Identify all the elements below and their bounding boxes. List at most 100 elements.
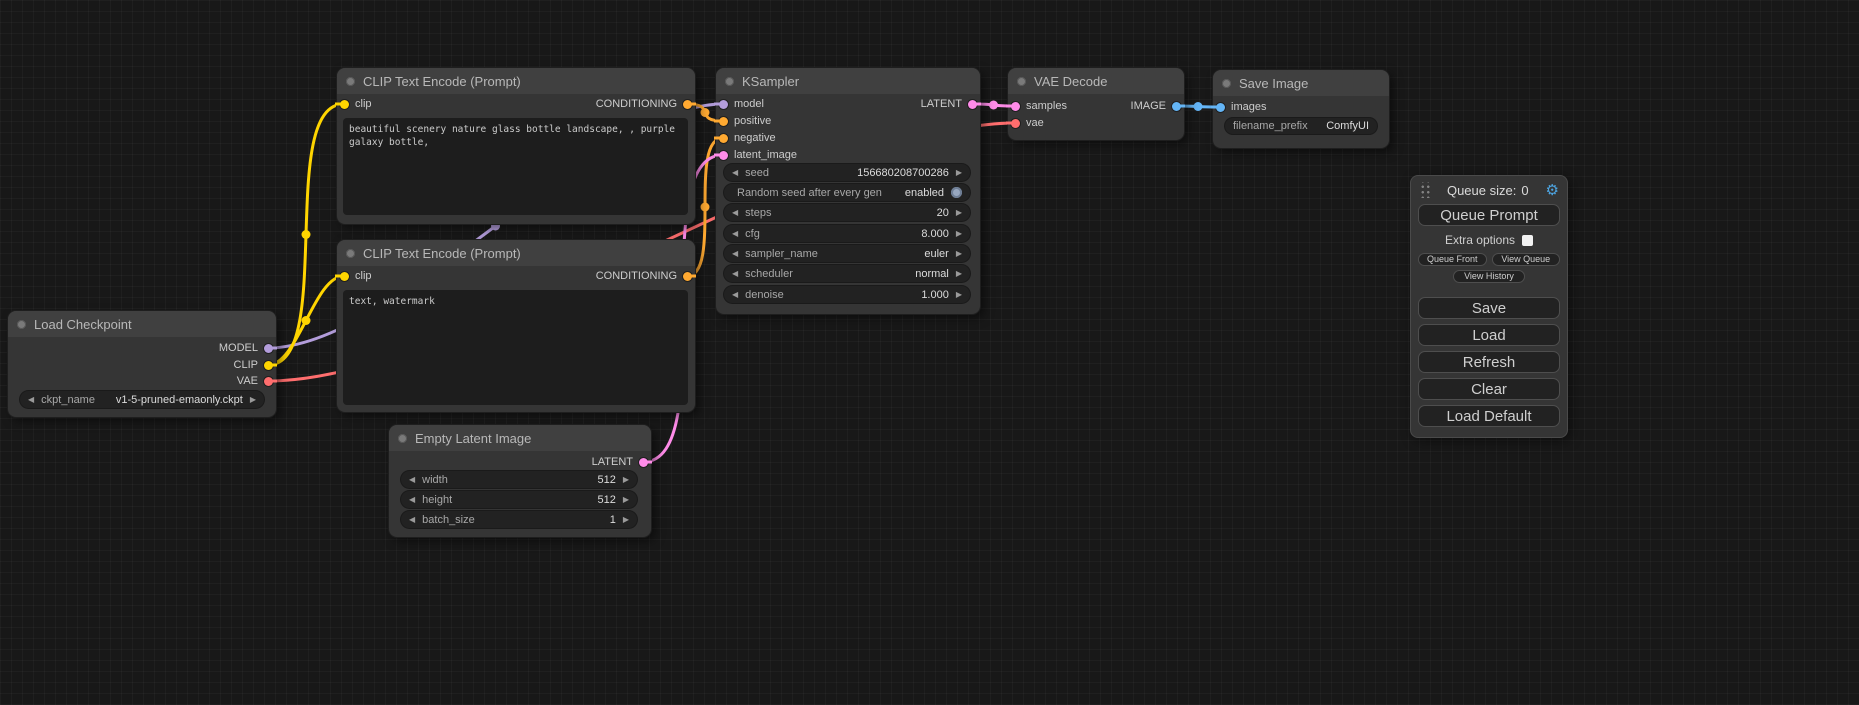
slot-dot-latent[interactable] xyxy=(639,458,648,467)
queue-prompt-button[interactable]: Queue Prompt xyxy=(1418,204,1560,226)
input-slot-clip[interactable]: clip xyxy=(340,268,372,284)
decrement-arrow-icon[interactable]: ◀ xyxy=(409,516,415,524)
increment-arrow-icon[interactable]: ▶ xyxy=(623,516,629,524)
widget-scheduler[interactable]: ◀ scheduler normal ▶ xyxy=(724,265,970,282)
link-midpoint-dot-clip-to-negative[interactable] xyxy=(302,316,311,325)
decrement-arrow-icon[interactable]: ◀ xyxy=(732,209,738,217)
output-slot-vae[interactable]: VAE xyxy=(237,373,273,389)
decrement-arrow-icon[interactable]: ◀ xyxy=(732,230,738,238)
view-history-button[interactable]: View History xyxy=(1453,270,1525,283)
output-slot-clip[interactable]: CLIP xyxy=(234,357,273,373)
widget-seed[interactable]: ◀ seed 156680208700286 ▶ xyxy=(724,164,970,181)
toggle-knob-icon[interactable] xyxy=(951,187,962,198)
load-default-button[interactable]: Load Default xyxy=(1418,405,1560,427)
increment-arrow-icon[interactable]: ▶ xyxy=(956,270,962,278)
input-slot-vae[interactable]: vae xyxy=(1011,115,1044,131)
output-slot-conditioning[interactable]: CONDITIONING xyxy=(596,96,692,112)
widget-sampler-name[interactable]: ◀ sampler_name euler ▶ xyxy=(724,245,970,262)
node-load-checkpoint[interactable]: Load Checkpoint MODEL CLIP VAE ◀ ckpt_na… xyxy=(8,311,276,417)
slot-dot-samples[interactable] xyxy=(1011,102,1020,111)
prompt-textarea[interactable]: text, watermark xyxy=(343,290,688,405)
decrement-arrow-icon[interactable]: ◀ xyxy=(732,250,738,258)
increment-arrow-icon[interactable]: ▶ xyxy=(956,169,962,177)
input-slot-images[interactable]: images xyxy=(1216,99,1266,115)
save-button[interactable]: Save xyxy=(1418,297,1560,319)
slot-dot-model[interactable] xyxy=(719,100,728,109)
node-vae-decode[interactable]: VAE Decode samples vae IMAGE xyxy=(1008,68,1184,140)
slot-dot-conditioning[interactable] xyxy=(683,100,692,109)
node-empty-latent-image[interactable]: Empty Latent Image LATENT ◀ width 512 ▶ … xyxy=(389,425,651,537)
node-titlebar[interactable]: CLIP Text Encode (Prompt) xyxy=(337,240,695,266)
decrement-arrow-icon[interactable]: ◀ xyxy=(732,270,738,278)
slot-dot-vae[interactable] xyxy=(1011,119,1020,128)
increment-arrow-icon[interactable]: ▶ xyxy=(250,396,256,404)
increment-arrow-icon[interactable]: ▶ xyxy=(956,291,962,299)
slot-dot-clip[interactable] xyxy=(340,100,349,109)
decrement-arrow-icon[interactable]: ◀ xyxy=(409,476,415,484)
slot-dot-images[interactable] xyxy=(1216,103,1225,112)
slot-dot-image[interactable] xyxy=(1172,102,1181,111)
input-slot-latent-image[interactable]: latent_image xyxy=(719,147,797,163)
output-slot-model[interactable]: MODEL xyxy=(219,340,273,356)
queue-front-button[interactable]: Queue Front xyxy=(1418,253,1487,266)
decrement-arrow-icon[interactable]: ◀ xyxy=(28,396,34,404)
widget-ckpt-name[interactable]: ◀ ckpt_name v1-5-pruned-emaonly.ckpt ▶ xyxy=(20,391,264,408)
input-slot-positive[interactable]: positive xyxy=(719,113,771,129)
widget-width[interactable]: ◀ width 512 ▶ xyxy=(401,471,637,488)
link-midpoint-dot-clip-to-positive[interactable] xyxy=(302,230,311,239)
node-titlebar[interactable]: Save Image xyxy=(1213,70,1389,96)
widget-cfg[interactable]: ◀ cfg 8.000 ▶ xyxy=(724,225,970,242)
decrement-arrow-icon[interactable]: ◀ xyxy=(732,291,738,299)
extra-options-checkbox[interactable] xyxy=(1522,235,1533,246)
slot-dot-positive[interactable] xyxy=(719,117,728,126)
node-save-image[interactable]: Save Image images filename_prefix ComfyU… xyxy=(1213,70,1389,148)
output-slot-image[interactable]: IMAGE xyxy=(1131,98,1181,114)
widget-steps[interactable]: ◀ steps 20 ▶ xyxy=(724,204,970,221)
slot-dot-negative[interactable] xyxy=(719,134,728,143)
link-midpoint-dot-negative-conditioning[interactable] xyxy=(701,203,710,212)
view-queue-button[interactable]: View Queue xyxy=(1492,253,1561,266)
slot-dot-latent-image[interactable] xyxy=(719,151,728,160)
prompt-textarea[interactable]: beautiful scenery nature glass bottle la… xyxy=(343,118,688,215)
widget-batch-size[interactable]: ◀ batch_size 1 ▶ xyxy=(401,511,637,528)
input-slot-samples[interactable]: samples xyxy=(1011,98,1067,114)
widget-random-seed-toggle[interactable]: Random seed after every gen enabled xyxy=(724,184,970,201)
increment-arrow-icon[interactable]: ▶ xyxy=(623,476,629,484)
increment-arrow-icon[interactable]: ▶ xyxy=(623,496,629,504)
drag-handle-icon[interactable] xyxy=(1419,182,1430,198)
increment-arrow-icon[interactable]: ▶ xyxy=(956,230,962,238)
decrement-arrow-icon[interactable]: ◀ xyxy=(732,169,738,177)
node-titlebar[interactable]: CLIP Text Encode (Prompt) xyxy=(337,68,695,94)
link-midpoint-dot-image[interactable] xyxy=(1194,102,1203,111)
node-clip-text-encode-positive[interactable]: CLIP Text Encode (Prompt) clip CONDITION… xyxy=(337,68,695,224)
input-slot-negative[interactable]: negative xyxy=(719,130,776,146)
increment-arrow-icon[interactable]: ▶ xyxy=(956,250,962,258)
decrement-arrow-icon[interactable]: ◀ xyxy=(409,496,415,504)
output-slot-latent[interactable]: LATENT xyxy=(921,96,977,112)
output-slot-conditioning[interactable]: CONDITIONING xyxy=(596,268,692,284)
slot-dot-clip[interactable] xyxy=(340,272,349,281)
load-button[interactable]: Load xyxy=(1418,324,1560,346)
node-titlebar[interactable]: KSampler xyxy=(716,68,980,94)
widget-denoise[interactable]: ◀ denoise 1.000 ▶ xyxy=(724,286,970,303)
input-slot-model[interactable]: model xyxy=(719,96,764,112)
node-clip-text-encode-negative[interactable]: CLIP Text Encode (Prompt) clip CONDITION… xyxy=(337,240,695,412)
slot-dot-vae[interactable] xyxy=(264,377,273,386)
node-titlebar[interactable]: Empty Latent Image xyxy=(389,425,651,451)
widget-filename-prefix[interactable]: filename_prefix ComfyUI xyxy=(1225,118,1377,134)
settings-gear-icon[interactable]: ⚙ xyxy=(1546,183,1559,198)
slot-dot-latent[interactable] xyxy=(968,100,977,109)
clear-button[interactable]: Clear xyxy=(1418,378,1560,400)
node-titlebar[interactable]: VAE Decode xyxy=(1008,68,1184,94)
input-slot-clip[interactable]: clip xyxy=(340,96,372,112)
slot-dot-conditioning[interactable] xyxy=(683,272,692,281)
link-midpoint-dot-positive-conditioning[interactable] xyxy=(701,108,710,117)
node-ksampler[interactable]: KSampler model positive negative latent_… xyxy=(716,68,980,314)
node-titlebar[interactable]: Load Checkpoint xyxy=(8,311,276,337)
slot-dot-model[interactable] xyxy=(264,344,273,353)
link-midpoint-dot-samples[interactable] xyxy=(989,101,998,110)
output-slot-latent[interactable]: LATENT xyxy=(592,454,648,470)
widget-height[interactable]: ◀ height 512 ▶ xyxy=(401,491,637,508)
increment-arrow-icon[interactable]: ▶ xyxy=(956,209,962,217)
refresh-button[interactable]: Refresh xyxy=(1418,351,1560,373)
